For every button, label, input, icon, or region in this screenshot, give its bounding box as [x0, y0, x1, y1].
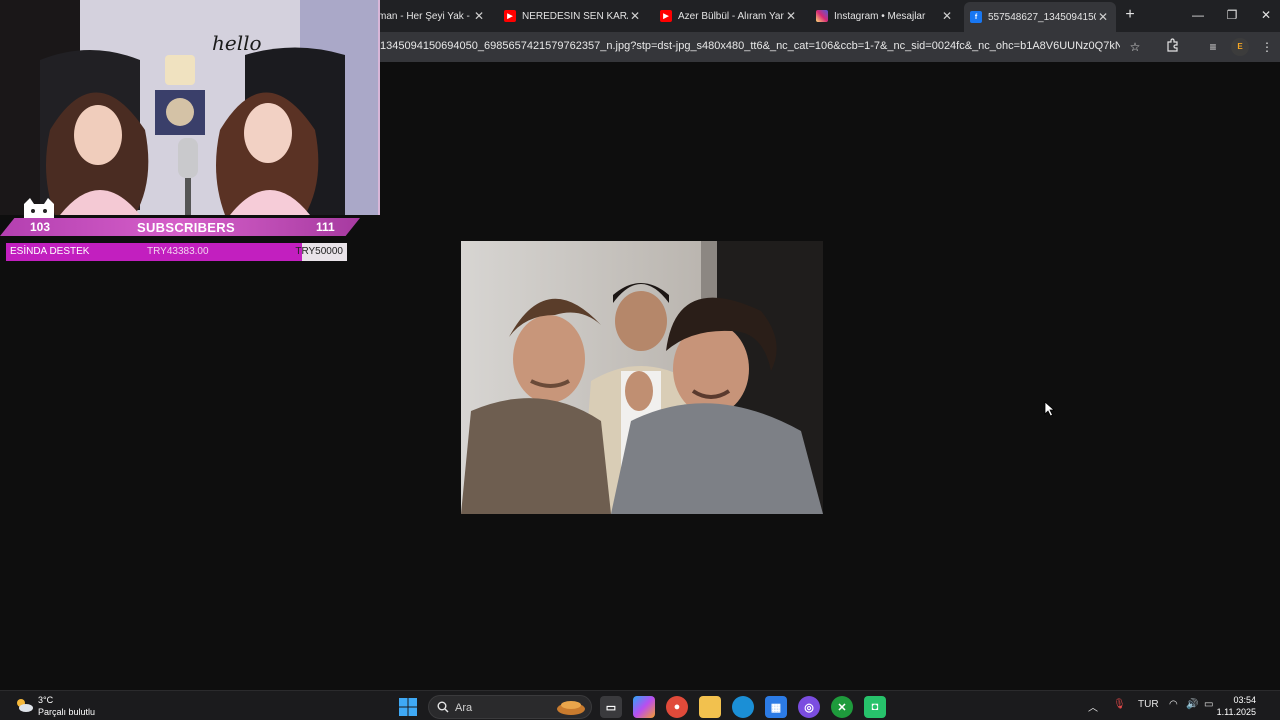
- extensions-icon[interactable]: [1164, 38, 1182, 56]
- facebook-icon: f: [970, 11, 982, 23]
- task-view-icon[interactable]: ▭: [600, 696, 622, 718]
- edge-icon[interactable]: [732, 696, 754, 718]
- tab-label: Instagram • Mesajlar: [834, 10, 926, 22]
- subscriber-bar: 103 SUBSCRIBERS 111: [0, 218, 360, 236]
- close-icon[interactable]: ✕: [472, 9, 486, 23]
- tab-label: man - Her Şeyi Yak - Y: [378, 10, 472, 22]
- xbox-icon[interactable]: ✕: [831, 696, 853, 718]
- instagram-icon: [816, 10, 828, 22]
- tab-image-active[interactable]: f 557548627_1345094150 ✕: [964, 2, 1116, 32]
- youtube-icon: ▶: [660, 10, 672, 22]
- taskbar-search-input[interactable]: Ara: [428, 695, 592, 719]
- tab-label: 557548627_1345094150: [988, 11, 1096, 23]
- copilot-icon[interactable]: [633, 696, 655, 718]
- window-close-icon[interactable]: ✕: [1256, 6, 1276, 24]
- donation-goal-current: TRY43383.00: [147, 246, 209, 257]
- wifi-icon[interactable]: ◠: [1169, 699, 1178, 710]
- language-indicator[interactable]: TUR: [1138, 699, 1159, 710]
- subscriber-count-right: 111: [316, 220, 335, 234]
- new-tab-button[interactable]: +: [1122, 6, 1138, 24]
- subscriber-count-left: 103: [30, 220, 51, 234]
- close-icon[interactable]: ✕: [784, 9, 798, 23]
- youtube-icon: ▶: [504, 10, 516, 22]
- tab-instagram[interactable]: Instagram • Mesajlar ✕: [810, 4, 960, 28]
- minimize-icon[interactable]: —: [1188, 6, 1208, 24]
- svg-text:hello: hello: [212, 31, 262, 55]
- address-bar-url[interactable]: 1345094150694050_6985657421579762357_n.j…: [380, 40, 1120, 54]
- webcam-overlay: hello: [0, 0, 380, 215]
- webcam-feed-image: hello: [0, 0, 378, 215]
- weather-temperature: 3°C: [38, 695, 54, 705]
- search-highlight-icon: [557, 701, 585, 715]
- kick-app-icon[interactable]: ◘: [864, 696, 886, 718]
- battery-icon[interactable]: ▭: [1204, 699, 1213, 710]
- donation-goal-bar: ESİNDA DESTEK TRY43383.00 TRY50000: [6, 243, 347, 261]
- displayed-photo[interactable]: [461, 241, 823, 514]
- tab-label: Azer Bülbül - Alıram Yar A: [678, 10, 784, 22]
- donation-goal-target: TRY50000: [295, 246, 343, 257]
- clock-time[interactable]: 03:54: [1233, 695, 1256, 705]
- chrome-icon[interactable]: ●: [666, 696, 688, 718]
- partly-cloudy-icon: [17, 699, 33, 712]
- media-controls-icon[interactable]: ≡: [1204, 38, 1222, 56]
- menu-kebab-icon[interactable]: ⋮: [1258, 38, 1276, 56]
- search-icon: [437, 701, 449, 713]
- bookmark-star-icon[interactable]: ☆: [1126, 38, 1144, 56]
- restore-icon[interactable]: ❐: [1222, 6, 1242, 24]
- mouse-cursor-icon: [1044, 401, 1056, 417]
- profile-avatar[interactable]: E: [1231, 38, 1249, 56]
- tab-neredesin-sen[interactable]: ▶ NEREDESIN SEN KARAOK ✕: [498, 4, 648, 28]
- obs-icon[interactable]: ◎: [798, 696, 820, 718]
- volume-icon[interactable]: 🔊: [1186, 699, 1198, 710]
- search-placeholder: Ara: [455, 702, 473, 714]
- donation-goal-label: ESİNDA DESTEK: [10, 246, 90, 257]
- windows-start-icon[interactable]: [398, 697, 418, 717]
- microphone-icon[interactable]: 🎙: [1113, 699, 1126, 710]
- close-icon[interactable]: ✕: [1096, 10, 1110, 24]
- file-explorer-icon[interactable]: [699, 696, 721, 718]
- microsoft-store-icon[interactable]: ▦: [765, 696, 787, 718]
- weather-widget[interactable]: 3°C Parçalı bulutlu: [14, 695, 124, 719]
- subscriber-label: SUBSCRIBERS: [137, 220, 235, 235]
- weather-description: Parçalı bulutlu: [38, 707, 96, 717]
- close-icon[interactable]: ✕: [628, 9, 642, 23]
- close-icon[interactable]: ✕: [940, 9, 954, 23]
- tab-azer-bulbul[interactable]: ▶ Azer Bülbül - Alıram Yar A ✕: [654, 4, 804, 28]
- photo-selfie-three-people: [461, 241, 823, 514]
- show-hidden-icons[interactable]: ︿: [1088, 699, 1098, 714]
- tab-label: NEREDESIN SEN KARAOK: [522, 10, 628, 22]
- tab-her-seyi-yak[interactable]: man - Her Şeyi Yak - Y ✕: [372, 4, 492, 28]
- clock-date[interactable]: 1.11.2025: [1217, 707, 1256, 717]
